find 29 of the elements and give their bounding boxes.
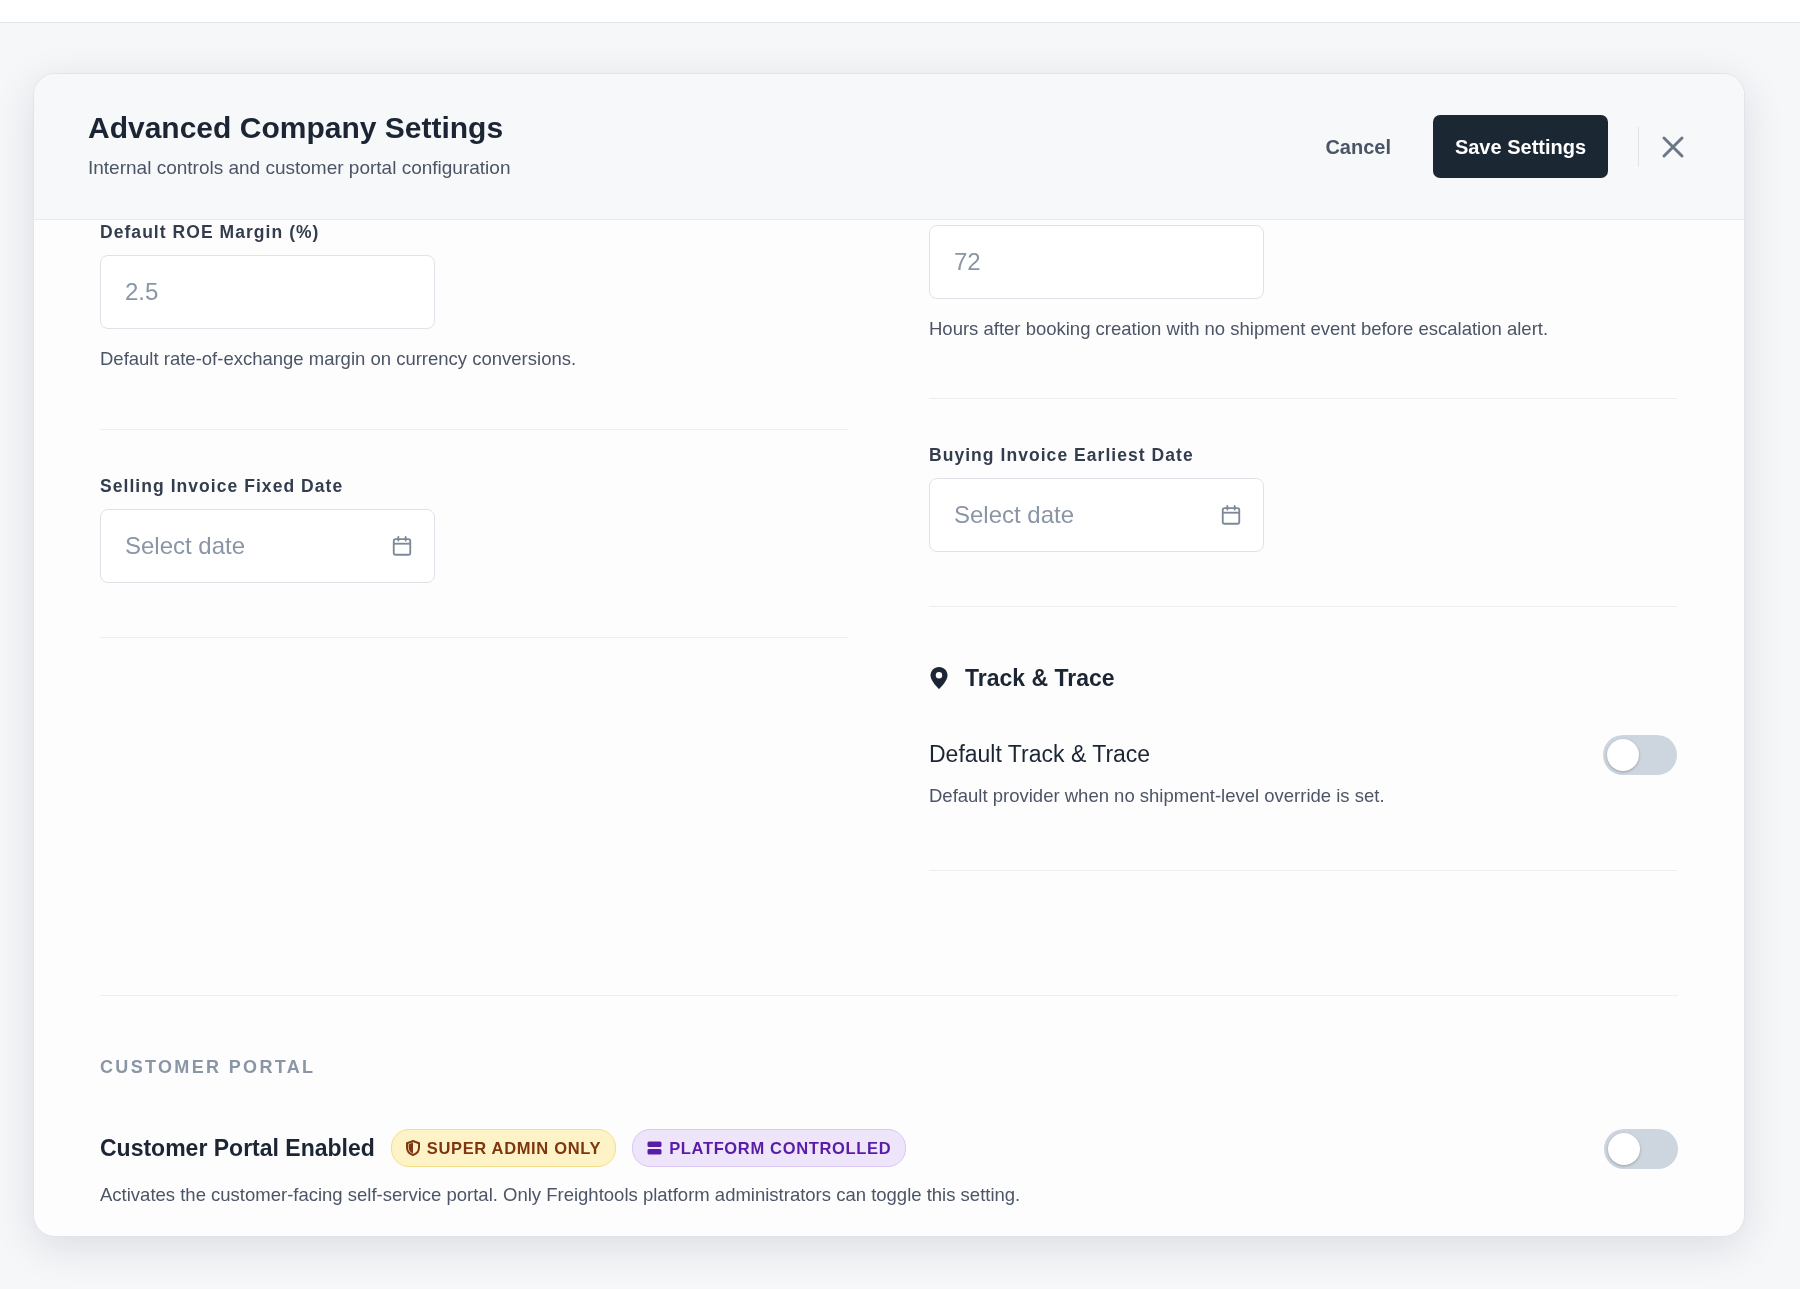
setting-description: Default provider when no shipment-level override is set.	[929, 783, 1385, 808]
date-field[interactable]: Select date	[929, 477, 1264, 552]
help-text: Default rate-of-exchange margin on currency conversions.	[100, 347, 578, 371]
field-label: Default ROE Margin (%)	[100, 222, 321, 243]
date-field[interactable]: Select date	[100, 508, 435, 583]
toggle-switch[interactable]	[1604, 1128, 1678, 1169]
save-button[interactable]: Save Settings	[1433, 115, 1608, 178]
field-label: Selling Invoice Fixed Date	[100, 475, 345, 497]
help-text: Hours after booking creation with no shipment event before escalation alert.	[929, 317, 1550, 341]
section-heading: Track & Trace	[965, 663, 1115, 693]
setting-label: Default Track & Trace	[929, 740, 1152, 770]
server-icon	[647, 1140, 663, 1155]
setting-label: Customer Portal Enabled	[100, 1133, 375, 1163]
field-label: Buying Invoice Earliest Date	[929, 444, 1195, 466]
number-field[interactable]: 72	[929, 225, 1264, 299]
shield-icon	[405, 1139, 420, 1156]
close-icon	[1661, 134, 1685, 159]
number-field[interactable]: 2.5	[100, 255, 435, 329]
badge: PLATFORM CONTROLLED	[632, 1128, 907, 1168]
cancel-button[interactable]: Cancel	[1317, 121, 1399, 172]
calendar-icon	[1220, 503, 1242, 526]
map-pin-icon	[929, 666, 949, 690]
section-heading: CUSTOMER PORTAL	[100, 1055, 317, 1079]
dialog-title: Advanced Company Settings	[88, 110, 505, 147]
setting-description: Activates the customer-facing self-service portal. Only Freightools platform administrators can toggle this setting.	[100, 1183, 1021, 1208]
badge: SUPER ADMIN ONLY	[390, 1128, 617, 1168]
toggle-switch[interactable]	[1603, 735, 1677, 776]
dialog-subtitle: Internal controls and customer portal configuration	[88, 156, 511, 181]
calendar-icon	[391, 534, 413, 557]
